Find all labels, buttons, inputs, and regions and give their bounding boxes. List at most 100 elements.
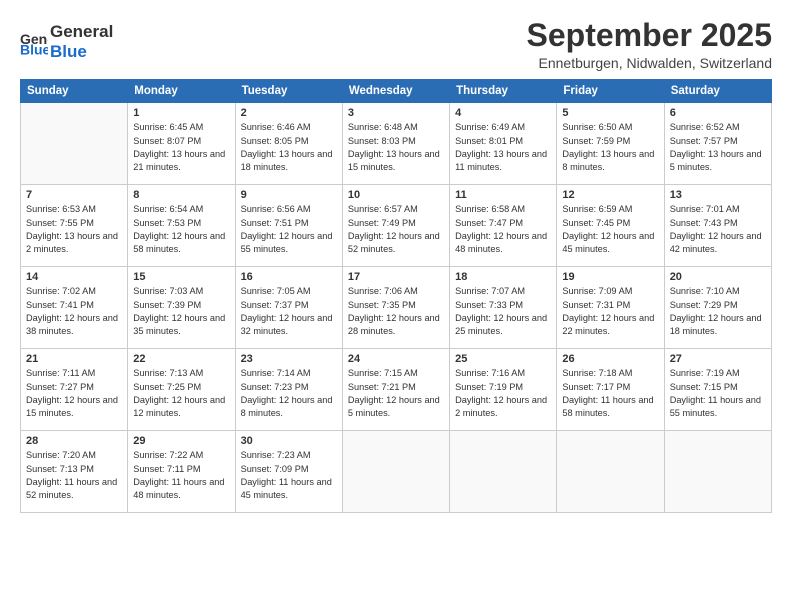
calendar-cell: 27Sunrise: 7:19 AM Sunset: 7:15 PM Dayli… [664, 349, 771, 431]
day-number: 20 [670, 271, 766, 283]
day-number: 13 [670, 189, 766, 201]
calendar-cell: 8 Sunrise: 6:54 AM Sunset: 7:53 PM Daylig… [128, 185, 235, 267]
calendar-cell: 4 Sunrise: 6:49 AM Sunset: 8:01 PM Daylig… [450, 103, 557, 185]
day-info: Sunrise: 7:20 AM Sunset: 7:13 PM Dayligh… [26, 449, 122, 502]
location-subtitle: Ennetburgen, Nidwalden, Switzerland [527, 55, 772, 71]
day-number: 8 [133, 189, 229, 201]
logo-icon: General Blue [20, 28, 48, 56]
calendar-week-row: 28 Sunrise: 7:20 AM Sunset: 7:13 PM Dayli… [21, 431, 772, 513]
calendar-cell: 16 Sunrise: 7:05 AM Sunset: 7:37 PM Dayli… [235, 267, 342, 349]
day-number: 14 [26, 271, 122, 283]
day-info: Sunrise: 7:14 AM Sunset: 7:23 PM Dayligh… [241, 367, 337, 420]
calendar-cell: 5 Sunrise: 6:50 AM Sunset: 7:59 PM Daylig… [557, 103, 664, 185]
calendar-header-tuesday: Tuesday [235, 80, 342, 103]
day-info: Sunrise: 6:58 AM Sunset: 7:47 PM Dayligh… [455, 203, 551, 256]
day-number: 6 [670, 107, 766, 119]
logo-line1: General [50, 22, 113, 42]
calendar-cell: 29 Sunrise: 7:22 AM Sunset: 7:11 PM Dayli… [128, 431, 235, 513]
day-info: Sunrise: 7:09 AM Sunset: 7:31 PM Dayligh… [562, 285, 658, 338]
day-number: 19 [562, 271, 658, 283]
calendar-cell [664, 431, 771, 513]
svg-text:Blue: Blue [20, 41, 48, 56]
day-number: 7 [26, 189, 122, 201]
day-info: Sunrise: 7:03 AM Sunset: 7:39 PM Dayligh… [133, 285, 229, 338]
calendar-cell: 14 Sunrise: 7:02 AM Sunset: 7:41 PM Dayli… [21, 267, 128, 349]
calendar-cell: 10 Sunrise: 6:57 AM Sunset: 7:49 PM Dayli… [342, 185, 449, 267]
day-info: Sunrise: 6:54 AM Sunset: 7:53 PM Dayligh… [133, 203, 229, 256]
calendar-cell: 11 Sunrise: 6:58 AM Sunset: 7:47 PM Dayli… [450, 185, 557, 267]
day-info: Sunrise: 6:46 AM Sunset: 8:05 PM Dayligh… [241, 121, 337, 174]
day-info: Sunrise: 7:18 AM Sunset: 7:17 PM Dayligh… [562, 367, 658, 420]
calendar-header-row: SundayMondayTuesdayWednesdayThursdayFrid… [21, 80, 772, 103]
day-number: 11 [455, 189, 551, 201]
calendar-cell [450, 431, 557, 513]
day-number: 22 [133, 353, 229, 365]
calendar-cell: 23 Sunrise: 7:14 AM Sunset: 7:23 PM Dayli… [235, 349, 342, 431]
day-number: 4 [455, 107, 551, 119]
day-number: 28 [26, 435, 122, 447]
calendar-cell: 18 Sunrise: 7:07 AM Sunset: 7:33 PM Dayli… [450, 267, 557, 349]
day-info: Sunrise: 6:53 AM Sunset: 7:55 PM Dayligh… [26, 203, 122, 256]
page-header: General Blue General Blue September 2025… [20, 18, 772, 71]
title-section: September 2025 Ennetburgen, Nidwalden, S… [527, 18, 772, 71]
calendar-cell: 26 Sunrise: 7:18 AM Sunset: 7:17 PM Dayli… [557, 349, 664, 431]
day-number: 21 [26, 353, 122, 365]
calendar-cell: 1 Sunrise: 6:45 AM Sunset: 8:07 PM Daylig… [128, 103, 235, 185]
day-info: Sunrise: 6:45 AM Sunset: 8:07 PM Dayligh… [133, 121, 229, 174]
day-number: 1 [133, 107, 229, 119]
calendar-header-saturday: Saturday [664, 80, 771, 103]
day-info: Sunrise: 6:57 AM Sunset: 7:49 PM Dayligh… [348, 203, 444, 256]
calendar-cell: 2Sunrise: 6:46 AM Sunset: 8:05 PM Daylig… [235, 103, 342, 185]
calendar-header-wednesday: Wednesday [342, 80, 449, 103]
calendar-header-monday: Monday [128, 80, 235, 103]
day-info: Sunrise: 7:23 AM Sunset: 7:09 PM Dayligh… [241, 449, 337, 502]
day-number: 26 [562, 353, 658, 365]
day-number: 23 [241, 353, 337, 365]
calendar-cell: 24Sunrise: 7:15 AM Sunset: 7:21 PM Dayli… [342, 349, 449, 431]
calendar-cell: 12Sunrise: 6:59 AM Sunset: 7:45 PM Dayli… [557, 185, 664, 267]
calendar-cell: 3 Sunrise: 6:48 AM Sunset: 8:03 PM Daylig… [342, 103, 449, 185]
day-info: Sunrise: 7:13 AM Sunset: 7:25 PM Dayligh… [133, 367, 229, 420]
day-info: Sunrise: 7:02 AM Sunset: 7:41 PM Dayligh… [26, 285, 122, 338]
logo: General Blue General Blue [20, 22, 113, 61]
calendar-table: SundayMondayTuesdayWednesdayThursdayFrid… [20, 79, 772, 513]
calendar-cell: 6 Sunrise: 6:52 AM Sunset: 7:57 PM Daylig… [664, 103, 771, 185]
calendar-cell: 9Sunrise: 6:56 AM Sunset: 7:51 PM Daylig… [235, 185, 342, 267]
calendar-week-row: 1 Sunrise: 6:45 AM Sunset: 8:07 PM Daylig… [21, 103, 772, 185]
day-number: 10 [348, 189, 444, 201]
calendar-cell: 21 Sunrise: 7:11 AM Sunset: 7:27 PM Dayli… [21, 349, 128, 431]
day-number: 25 [455, 353, 551, 365]
day-number: 17 [348, 271, 444, 283]
day-info: Sunrise: 7:07 AM Sunset: 7:33 PM Dayligh… [455, 285, 551, 338]
day-info: Sunrise: 6:52 AM Sunset: 7:57 PM Dayligh… [670, 121, 766, 174]
day-number: 3 [348, 107, 444, 119]
day-info: Sunrise: 7:19 AM Sunset: 7:15 PM Dayligh… [670, 367, 766, 420]
calendar-cell: 13Sunrise: 7:01 AM Sunset: 7:43 PM Dayli… [664, 185, 771, 267]
day-number: 12 [562, 189, 658, 201]
day-info: Sunrise: 7:16 AM Sunset: 7:19 PM Dayligh… [455, 367, 551, 420]
calendar-cell [557, 431, 664, 513]
calendar-week-row: 21 Sunrise: 7:11 AM Sunset: 7:27 PM Dayli… [21, 349, 772, 431]
calendar-cell [21, 103, 128, 185]
calendar-cell: 25 Sunrise: 7:16 AM Sunset: 7:19 PM Dayli… [450, 349, 557, 431]
day-info: Sunrise: 7:11 AM Sunset: 7:27 PM Dayligh… [26, 367, 122, 420]
calendar-cell: 28 Sunrise: 7:20 AM Sunset: 7:13 PM Dayli… [21, 431, 128, 513]
day-number: 24 [348, 353, 444, 365]
day-number: 16 [241, 271, 337, 283]
day-info: Sunrise: 6:48 AM Sunset: 8:03 PM Dayligh… [348, 121, 444, 174]
calendar-cell: 19 Sunrise: 7:09 AM Sunset: 7:31 PM Dayli… [557, 267, 664, 349]
day-info: Sunrise: 7:06 AM Sunset: 7:35 PM Dayligh… [348, 285, 444, 338]
day-info: Sunrise: 7:22 AM Sunset: 7:11 PM Dayligh… [133, 449, 229, 502]
calendar-cell: 22 Sunrise: 7:13 AM Sunset: 7:25 PM Dayli… [128, 349, 235, 431]
day-info: Sunrise: 6:50 AM Sunset: 7:59 PM Dayligh… [562, 121, 658, 174]
day-info: Sunrise: 6:49 AM Sunset: 8:01 PM Dayligh… [455, 121, 551, 174]
day-info: Sunrise: 7:05 AM Sunset: 7:37 PM Dayligh… [241, 285, 337, 338]
day-number: 29 [133, 435, 229, 447]
day-number: 30 [241, 435, 337, 447]
day-number: 18 [455, 271, 551, 283]
day-info: Sunrise: 6:56 AM Sunset: 7:51 PM Dayligh… [241, 203, 337, 256]
calendar-cell [342, 431, 449, 513]
day-number: 5 [562, 107, 658, 119]
calendar-cell: 30 Sunrise: 7:23 AM Sunset: 7:09 PM Dayli… [235, 431, 342, 513]
calendar-cell: 20Sunrise: 7:10 AM Sunset: 7:29 PM Dayli… [664, 267, 771, 349]
